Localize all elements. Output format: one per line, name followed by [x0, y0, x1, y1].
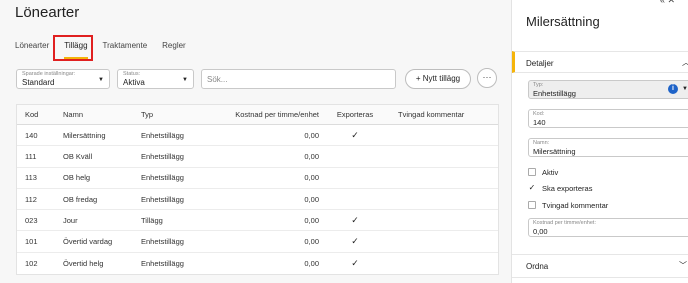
aktiv-checkbox[interactable]: Aktiv — [528, 166, 558, 178]
chevron-down-icon: ▼ — [98, 77, 104, 83]
saved-settings-select[interactable]: Sparade inställningar: Standard ▼ — [16, 69, 110, 89]
checkbox-unchecked[interactable] — [528, 201, 536, 209]
cell-namn: OB helg — [63, 173, 91, 183]
cell-kostnad: 0,00 — [304, 173, 319, 183]
cell-kostnad: 0,00 — [304, 194, 319, 204]
table-row[interactable]: 023 Jour Tillägg 0,00 ✓ — [17, 210, 498, 232]
cell-namn: OB fredag — [63, 194, 98, 204]
page-title: Lönearter — [15, 4, 80, 21]
cell-kod: 101 — [25, 237, 38, 247]
check-icon: ✓ — [351, 129, 359, 140]
namn-field[interactable]: Namn: Milersättning — [528, 138, 688, 157]
tab-lonearter[interactable]: Lönearter — [15, 37, 49, 59]
check-icon: ✓ — [351, 214, 359, 225]
tvingad-kommentar-checkbox[interactable]: Tvingad kommentar — [528, 199, 608, 211]
kostnad-label: Kostnad per timme/enhet: — [533, 220, 596, 226]
cell-typ: Tillägg — [141, 215, 163, 225]
table-row[interactable]: 101 Övertid vardag Enhetstillägg 0,00 ✓ — [17, 231, 498, 253]
cell-namn: Milersättning — [63, 130, 106, 140]
ska-exporteras-label: Ska exporteras — [542, 183, 593, 193]
cell-typ: Enhetstillägg — [141, 194, 184, 204]
typ-field[interactable]: Typ: Enhetstillägg i ▼ — [528, 80, 688, 99]
table-row[interactable]: 112 OB fredag Enhetstillägg 0,00 — [17, 189, 498, 211]
tab-regler[interactable]: Regler — [162, 37, 186, 59]
section-ordna[interactable]: Ordna ﹀ — [512, 254, 688, 278]
col-header-tvingad[interactable]: Tvingad kommentar — [385, 110, 485, 119]
col-header-namn[interactable]: Namn — [60, 110, 141, 119]
cell-typ: Enhetstillägg — [141, 151, 184, 161]
collapse-icon[interactable]: « ✕ — [660, 0, 675, 6]
main-area: Lönearter Lönearter Tillägg Traktamente … — [0, 0, 510, 283]
check-icon: ✓ — [351, 257, 359, 268]
cell-typ: Enhetstillägg — [141, 173, 184, 183]
more-icon[interactable]: ··· — [477, 68, 497, 88]
cell-kostnad: 0,00 — [304, 215, 319, 225]
cell-kostnad: 0,00 — [304, 130, 319, 140]
col-header-exporteras[interactable]: Exporteras — [325, 110, 385, 119]
check-icon: ✓ — [351, 236, 359, 247]
typ-label: Typ: — [533, 82, 544, 88]
cell-typ: Enhetstillägg — [141, 258, 184, 268]
checkbox-unchecked[interactable] — [528, 168, 536, 176]
tab-traktamente[interactable]: Traktamente — [103, 37, 148, 59]
additions-table: Kod Namn Typ Kostnad per timme/enhet Exp… — [16, 104, 499, 276]
details-panel: « ✕ Milersättning Detaljer ︿ Typ: Enhets… — [511, 0, 688, 283]
kod-field[interactable]: Kod: 140 — [528, 109, 688, 128]
col-header-kostnad[interactable]: Kostnad per timme/enhet — [212, 110, 325, 119]
cell-kod: 102 — [25, 258, 38, 268]
chevron-up-icon: ︿ — [682, 57, 688, 68]
col-header-typ[interactable]: Typ — [141, 110, 212, 119]
saved-settings-value: Standard — [22, 78, 55, 87]
info-icon[interactable]: i — [668, 84, 678, 94]
status-value: Aktiva — [123, 78, 145, 87]
kod-value: 140 — [533, 118, 546, 127]
status-select[interactable]: Status: Aktiva ▼ — [117, 69, 194, 89]
saved-settings-label: Sparade inställningar: — [22, 71, 76, 77]
kostnad-value: 0,00 — [533, 227, 548, 236]
col-header-kod[interactable]: Kod — [17, 110, 60, 119]
new-addition-button[interactable]: + Nytt tillägg — [405, 69, 471, 89]
section-detaljer[interactable]: Detaljer ︿ — [512, 51, 688, 73]
cell-kod: 113 — [25, 173, 37, 183]
chevron-down-icon: ▼ — [182, 77, 188, 83]
cell-namn: Jour — [63, 215, 78, 225]
table-row[interactable]: 111 OB Kväll Enhetstillägg 0,00 — [17, 146, 498, 168]
section-ordna-label: Ordna — [526, 262, 549, 271]
cell-typ: Enhetstillägg — [141, 130, 184, 140]
check-icon[interactable]: ✓ — [528, 184, 536, 192]
chevron-down-icon: ▼ — [682, 86, 688, 92]
cell-namn: Övertid helg — [63, 258, 104, 268]
table-row[interactable]: 113 OB helg Enhetstillägg 0,00 — [17, 168, 498, 189]
cell-kod: 112 — [25, 194, 37, 204]
panel-title: Milersättning — [526, 14, 600, 29]
table-row[interactable]: 140 Milersättning Enhetstillägg 0,00 ✓ — [17, 125, 498, 147]
section-detaljer-label: Detaljer — [526, 59, 554, 68]
cell-kod: 111 — [25, 151, 37, 161]
cell-kod: 023 — [25, 215, 38, 225]
namn-value: Milersättning — [533, 147, 576, 156]
cell-namn: Övertid vardag — [63, 237, 113, 247]
status-label: Status: — [123, 71, 141, 77]
cell-typ: Enhetstillägg — [141, 237, 184, 247]
kostnad-field[interactable]: Kostnad per timme/enhet: 0,00 — [528, 218, 688, 237]
cell-kostnad: 0,00 — [304, 237, 319, 247]
tab-highlight-box — [53, 35, 93, 61]
tab-bar: Lönearter Tillägg Traktamente Regler — [15, 37, 201, 61]
tvingad-kommentar-label: Tvingad kommentar — [542, 200, 609, 210]
aktiv-label: Aktiv — [542, 167, 559, 177]
cell-kostnad: 0,00 — [304, 151, 319, 161]
chevron-down-icon: ﹀ — [679, 261, 687, 270]
cell-kostnad: 0,00 — [304, 258, 319, 268]
typ-value: Enhetstillägg — [533, 89, 576, 98]
table-row[interactable]: 102 Övertid helg Enhetstillägg 0,00 ✓ — [17, 253, 498, 274]
cell-namn: OB Kväll — [63, 151, 93, 161]
table-header: Kod Namn Typ Kostnad per timme/enhet Exp… — [17, 105, 498, 125]
namn-label: Namn: — [533, 140, 550, 146]
cell-kod: 140 — [25, 130, 38, 140]
ska-exporteras-checkbox[interactable]: ✓ Ska exporteras — [528, 182, 593, 194]
search-input[interactable]: Sök... — [201, 69, 396, 89]
kod-label: Kod: — [533, 111, 545, 117]
